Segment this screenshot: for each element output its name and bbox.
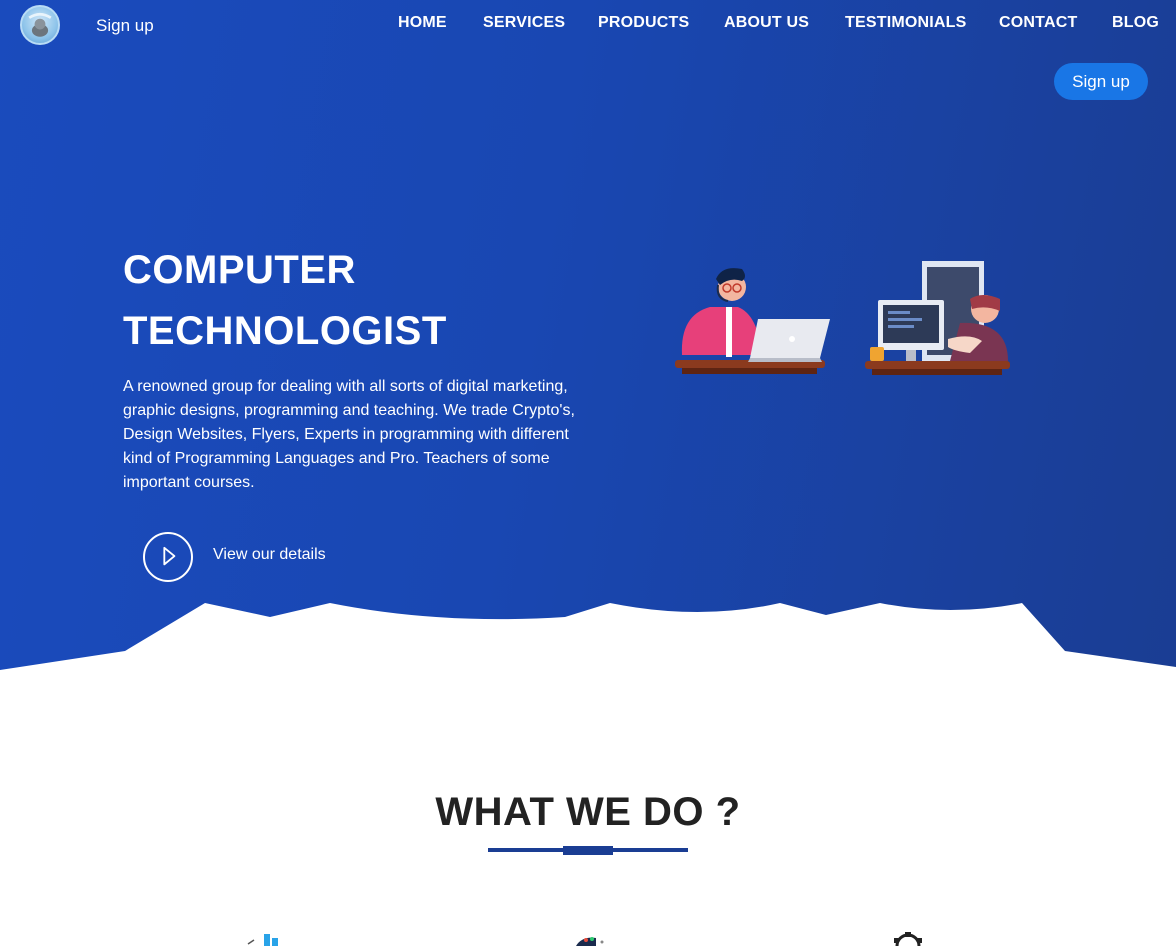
nav-about-us[interactable]: ABOUT US: [724, 14, 809, 32]
play-icon: [163, 546, 176, 566]
main-nav: HOME SERVICES PRODUCTS ABOUT US TESTIMON…: [0, 14, 1176, 38]
nav-services[interactable]: SERVICES: [483, 14, 565, 32]
chart-icon: [246, 930, 286, 946]
nav-contact[interactable]: CONTACT: [999, 14, 1077, 32]
nav-products[interactable]: PRODUCTS: [598, 14, 689, 32]
hero-wave-divider: [0, 603, 1176, 672]
hero-title-line2: TECHNOLOGIST: [123, 309, 447, 353]
section-title: WHAT WE DO ?: [435, 790, 741, 834]
developers-illustration: [675, 261, 1010, 375]
palette-icon: [572, 930, 612, 946]
nav-testimonials[interactable]: TESTIMONIALS: [845, 14, 967, 32]
hero-title-line1: COMPUTER: [123, 248, 356, 292]
view-details-link[interactable]: View our details: [213, 546, 326, 564]
hero-section: Sign up HOME SERVICES PRODUCTS ABOUT US …: [0, 0, 1176, 672]
gear-icon: [888, 930, 928, 946]
signup-button[interactable]: Sign up: [1054, 63, 1148, 100]
title-divider: [488, 846, 688, 856]
hero-title: COMPUTER TECHNOLOGIST: [123, 240, 563, 362]
nav-home[interactable]: HOME: [398, 14, 447, 32]
hero-description: A renowned group for dealing with all so…: [123, 378, 575, 491]
nav-blog[interactable]: BLOG: [1112, 14, 1159, 32]
play-button[interactable]: [143, 532, 193, 582]
